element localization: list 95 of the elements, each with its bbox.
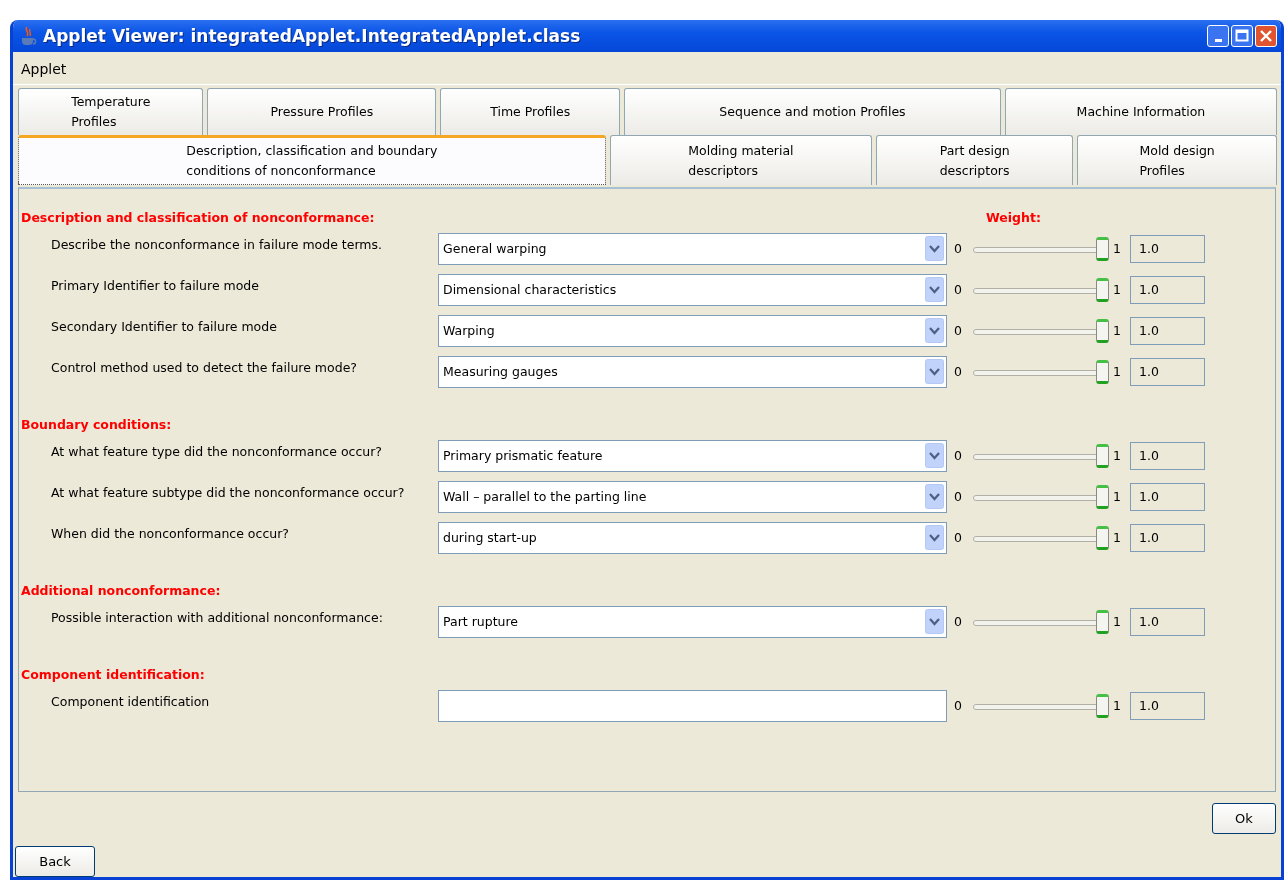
max-label: 1 xyxy=(1113,282,1122,297)
tab[interactable]: Molding material descriptors xyxy=(609,135,873,185)
tab[interactable]: Temperature Profiles xyxy=(18,88,204,135)
ok-button[interactable]: Ok xyxy=(1212,803,1276,834)
tab[interactable]: Mold design Profiles xyxy=(1077,135,1277,185)
weight-slider[interactable] xyxy=(973,608,1111,635)
dropdown[interactable]: Dimensional characteristics xyxy=(438,273,947,306)
weight-value-field: 1.0 xyxy=(1130,316,1205,345)
tab[interactable]: Description, classification and boundary conditions of nonconformance xyxy=(18,135,606,185)
max-label: 1 xyxy=(1113,698,1122,713)
close-icon xyxy=(1259,29,1273,43)
chevron-down-icon xyxy=(925,443,944,468)
min-label: 0 xyxy=(954,448,963,463)
section-heading: Boundary conditions: xyxy=(20,417,173,432)
field-label: Control method used to detect the failure mode? xyxy=(50,360,358,375)
min-label: 0 xyxy=(954,241,963,256)
min-label: 0 xyxy=(954,323,963,338)
minimize-button[interactable] xyxy=(1207,25,1229,47)
dropdown[interactable]: Wall – parallel to the parting line xyxy=(438,480,947,513)
window-title: Applet Viewer: integratedApplet.IntegratedApplet.class xyxy=(43,26,582,46)
maximize-button[interactable] xyxy=(1231,25,1253,47)
weight-value-field: 1.0 xyxy=(1130,275,1205,304)
tab[interactable]: Sequence and motion Profiles xyxy=(624,88,1001,135)
section-heading: Description and classification of nonconformance: xyxy=(20,210,376,225)
close-button[interactable] xyxy=(1255,25,1277,47)
section-heading: Component identification: xyxy=(20,667,206,682)
dropdown[interactable]: Primary prismatic feature xyxy=(438,439,947,472)
slider-thumb[interactable] xyxy=(1096,484,1109,509)
dropdown[interactable]: during start-up xyxy=(438,521,947,554)
max-label: 1 xyxy=(1113,614,1122,629)
slider-thumb[interactable] xyxy=(1096,277,1109,302)
max-label: 1 xyxy=(1113,530,1122,545)
weight-value-field: 1.0 xyxy=(1130,607,1205,636)
field-label: Component identification xyxy=(50,694,211,709)
weight-heading: Weight: xyxy=(986,210,1041,225)
menu-item[interactable]: Applet xyxy=(13,61,75,77)
weight-value-field: 1.0 xyxy=(1130,691,1205,720)
slider-thumb[interactable] xyxy=(1096,359,1109,384)
max-label: 1 xyxy=(1113,241,1122,256)
maximize-icon xyxy=(1235,29,1249,43)
field-label: At what feature type did the nonconformance occur? xyxy=(50,444,383,459)
weight-slider[interactable] xyxy=(973,235,1111,262)
weight-slider[interactable] xyxy=(973,442,1111,469)
weight-slider[interactable] xyxy=(973,483,1111,510)
dropdown[interactable]: Part rupture xyxy=(438,605,947,638)
tab[interactable]: Pressure Profiles xyxy=(207,88,437,135)
weight-value-field: 1.0 xyxy=(1130,357,1205,386)
min-label: 0 xyxy=(954,282,963,297)
slider-thumb[interactable] xyxy=(1096,236,1109,261)
dropdown[interactable]: Warping xyxy=(438,314,947,347)
weight-slider[interactable] xyxy=(973,317,1111,344)
chevron-down-icon xyxy=(925,609,944,634)
max-label: 1 xyxy=(1113,489,1122,504)
chevron-down-icon xyxy=(925,277,944,302)
weight-slider[interactable] xyxy=(973,276,1111,303)
chevron-down-icon xyxy=(925,359,944,384)
min-label: 0 xyxy=(954,614,963,629)
field-label: Possible interaction with additional nonconformance: xyxy=(50,610,384,625)
tab[interactable]: Part design descriptors xyxy=(876,135,1074,185)
weight-value-field: 1.0 xyxy=(1130,441,1205,470)
field-label: At what feature subtype did the nonconformance occur? xyxy=(50,485,406,500)
weight-slider[interactable] xyxy=(973,692,1111,719)
weight-value-field: 1.0 xyxy=(1130,523,1205,552)
weight-slider[interactable] xyxy=(973,358,1111,385)
minimize-icon xyxy=(1214,38,1222,42)
section-heading: Additional nonconformance: xyxy=(20,583,222,598)
weight-value-field: 1.0 xyxy=(1130,482,1205,511)
input-field[interactable] xyxy=(438,689,947,722)
max-label: 1 xyxy=(1113,323,1122,338)
min-label: 0 xyxy=(954,530,963,545)
min-label: 0 xyxy=(954,698,963,713)
weight-value-field: 1.0 xyxy=(1130,234,1205,263)
weight-slider[interactable] xyxy=(973,524,1111,551)
field-label: Secondary Identifier to failure mode xyxy=(50,319,278,334)
tab[interactable]: Time Profiles xyxy=(440,88,621,135)
back-button[interactable]: Back xyxy=(15,846,95,877)
slider-thumb[interactable] xyxy=(1096,525,1109,550)
dropdown[interactable]: Measuring gauges xyxy=(438,355,947,388)
chevron-down-icon xyxy=(925,484,944,509)
slider-thumb[interactable] xyxy=(1096,318,1109,343)
max-label: 1 xyxy=(1113,448,1122,463)
min-label: 0 xyxy=(954,489,963,504)
dropdown[interactable]: General warping xyxy=(438,232,947,265)
slider-thumb[interactable] xyxy=(1096,693,1109,718)
chevron-down-icon xyxy=(925,525,944,550)
chevron-down-icon xyxy=(925,318,944,343)
max-label: 1 xyxy=(1113,364,1122,379)
chevron-down-icon xyxy=(925,236,944,261)
slider-thumb[interactable] xyxy=(1096,609,1109,634)
field-label: When did the nonconformance occur? xyxy=(50,526,290,541)
tab[interactable]: Machine Information xyxy=(1004,88,1277,135)
slider-thumb[interactable] xyxy=(1096,443,1109,468)
field-label: Primary Identifier to failure mode xyxy=(50,278,260,293)
min-label: 0 xyxy=(954,364,963,379)
field-label: Describe the nonconformance in failure mode terms. xyxy=(50,237,384,252)
